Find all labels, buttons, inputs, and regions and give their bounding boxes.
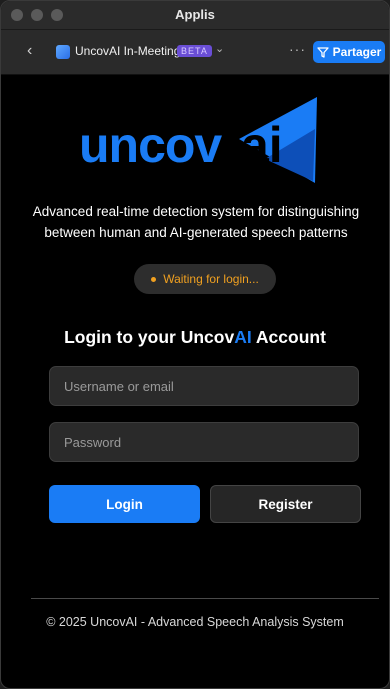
password-input[interactable]: [49, 422, 359, 462]
footer-divider: [31, 598, 379, 599]
chevron-down-icon[interactable]: ⌄: [215, 42, 224, 55]
login-heading-prefix: Login to your Uncov: [64, 327, 235, 347]
status-text: Waiting for login...: [163, 272, 259, 286]
status-dot-icon: [151, 276, 157, 282]
login-heading-suffix: Account: [251, 327, 326, 347]
register-button[interactable]: Register: [210, 485, 361, 523]
footer-text: © 2025 UncovAI - Advanced Speech Analysi…: [46, 615, 344, 629]
login-heading-accent: AI: [234, 327, 252, 347]
tagline-line-1: Advanced real-time detection system for …: [32, 204, 360, 219]
more-options-icon[interactable]: ···: [289, 41, 306, 57]
toolbar: ‹ UncovAI In-Meeting BETA ⌄ ··· Partager: [1, 30, 389, 75]
logo-text-right: ai: [241, 117, 283, 173]
beta-badge: BETA: [177, 45, 212, 57]
share-label: Partager: [332, 45, 382, 59]
share-button[interactable]: Partager: [313, 41, 385, 63]
funnel-share-icon: [316, 46, 329, 58]
title-bar: Applis: [1, 1, 389, 30]
username-input[interactable]: [49, 366, 359, 406]
login-status-badge: Waiting for login...: [134, 264, 276, 294]
uncovai-logo: uncov ai: [79, 97, 317, 183]
login-button[interactable]: Login: [49, 485, 200, 523]
window-title: Applis: [175, 7, 215, 22]
login-heading: Login to your UncovAI Account: [1, 327, 389, 348]
tagline: Advanced real-time detection system for …: [21, 201, 371, 243]
app-icon: [56, 45, 70, 59]
logo-text-left: uncov: [79, 117, 222, 173]
back-chevron-icon[interactable]: ‹: [27, 42, 32, 60]
app-name[interactable]: UncovAI In-Meeting: [75, 44, 180, 58]
app-window: Applis ‹ UncovAI In-Meeting BETA ⌄ ··· P…: [0, 0, 390, 689]
tagline-line-2: between human and AI-generated speech pa…: [44, 225, 348, 240]
